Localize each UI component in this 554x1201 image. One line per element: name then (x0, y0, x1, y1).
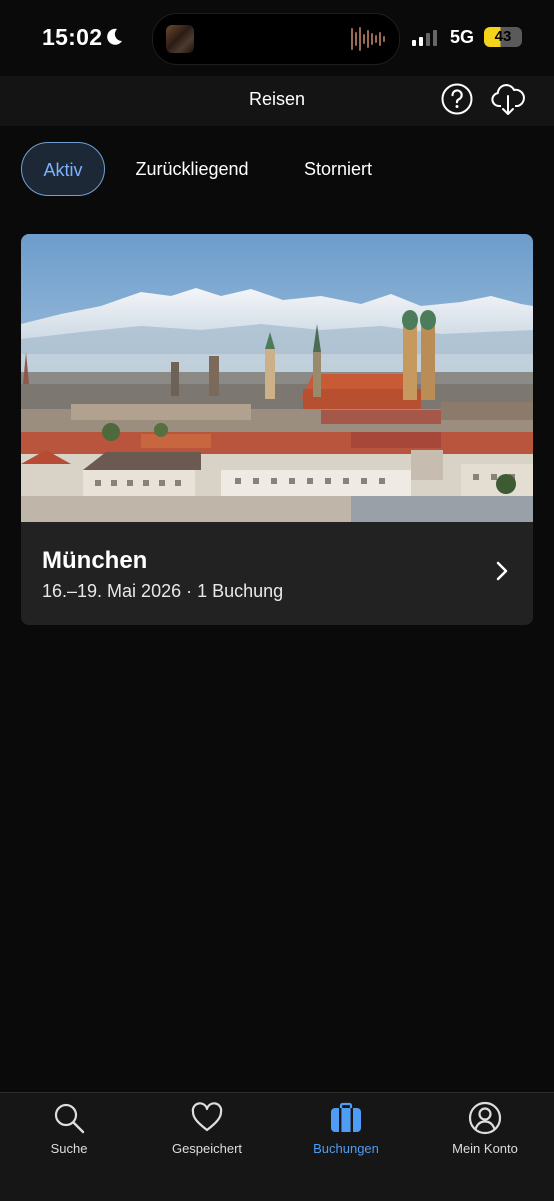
user-circle-icon (468, 1101, 502, 1135)
album-art-icon (166, 25, 194, 53)
tab-storniert[interactable]: Storniert (290, 142, 386, 196)
battery-icon: 43 (484, 27, 522, 47)
trip-details: 16.–19. Mai 2026 · 1 Buchung (42, 581, 284, 601)
nav-label-mein-konto: Mein Konto (452, 1141, 518, 1156)
nav-item-buchungen[interactable]: Buchungen (277, 1101, 415, 1171)
bottom-navigation: Suche Gespeichert Buchungen Mein Konto (0, 1092, 554, 1201)
cloud-download-icon[interactable] (489, 80, 527, 118)
suitcase-icon (331, 1102, 361, 1132)
nav-label-buchungen: Buchungen (313, 1141, 379, 1156)
trip-card[interactable]: München 16.–19. Mai 2026 · 1 Buchung (21, 234, 533, 625)
nav-item-suche[interactable]: Suche (0, 1101, 138, 1171)
trip-status-tabs: Aktiv Zurückliegend Storniert (0, 140, 554, 200)
search-icon (54, 1103, 85, 1134)
nav-label-gespeichert: Gespeichert (171, 1141, 243, 1156)
heart-icon (191, 1102, 223, 1132)
chevron-right-icon (496, 561, 508, 581)
status-time: 15:02 (42, 24, 103, 50)
nav-label-suche: Suche (50, 1141, 88, 1156)
waveform-icon (351, 27, 385, 51)
tab-zurueckliegend[interactable]: Zurückliegend (122, 142, 262, 196)
battery-level: 43 (494, 28, 512, 45)
question-circle-icon[interactable] (440, 82, 474, 116)
nav-item-mein-konto[interactable]: Mein Konto (416, 1101, 554, 1171)
nav-item-gespeichert[interactable]: Gespeichert (138, 1101, 276, 1171)
status-bar: 15:02 5G 43 (0, 0, 554, 76)
app-header: Reisen (0, 76, 554, 126)
city-photo (21, 234, 533, 522)
tab-aktiv[interactable]: Aktiv (21, 142, 105, 196)
moon-icon (107, 28, 122, 45)
network-type: 5G (450, 27, 475, 47)
signal-icon (412, 30, 437, 46)
dynamic-island[interactable] (152, 13, 400, 65)
trip-city-name: München (42, 547, 148, 574)
